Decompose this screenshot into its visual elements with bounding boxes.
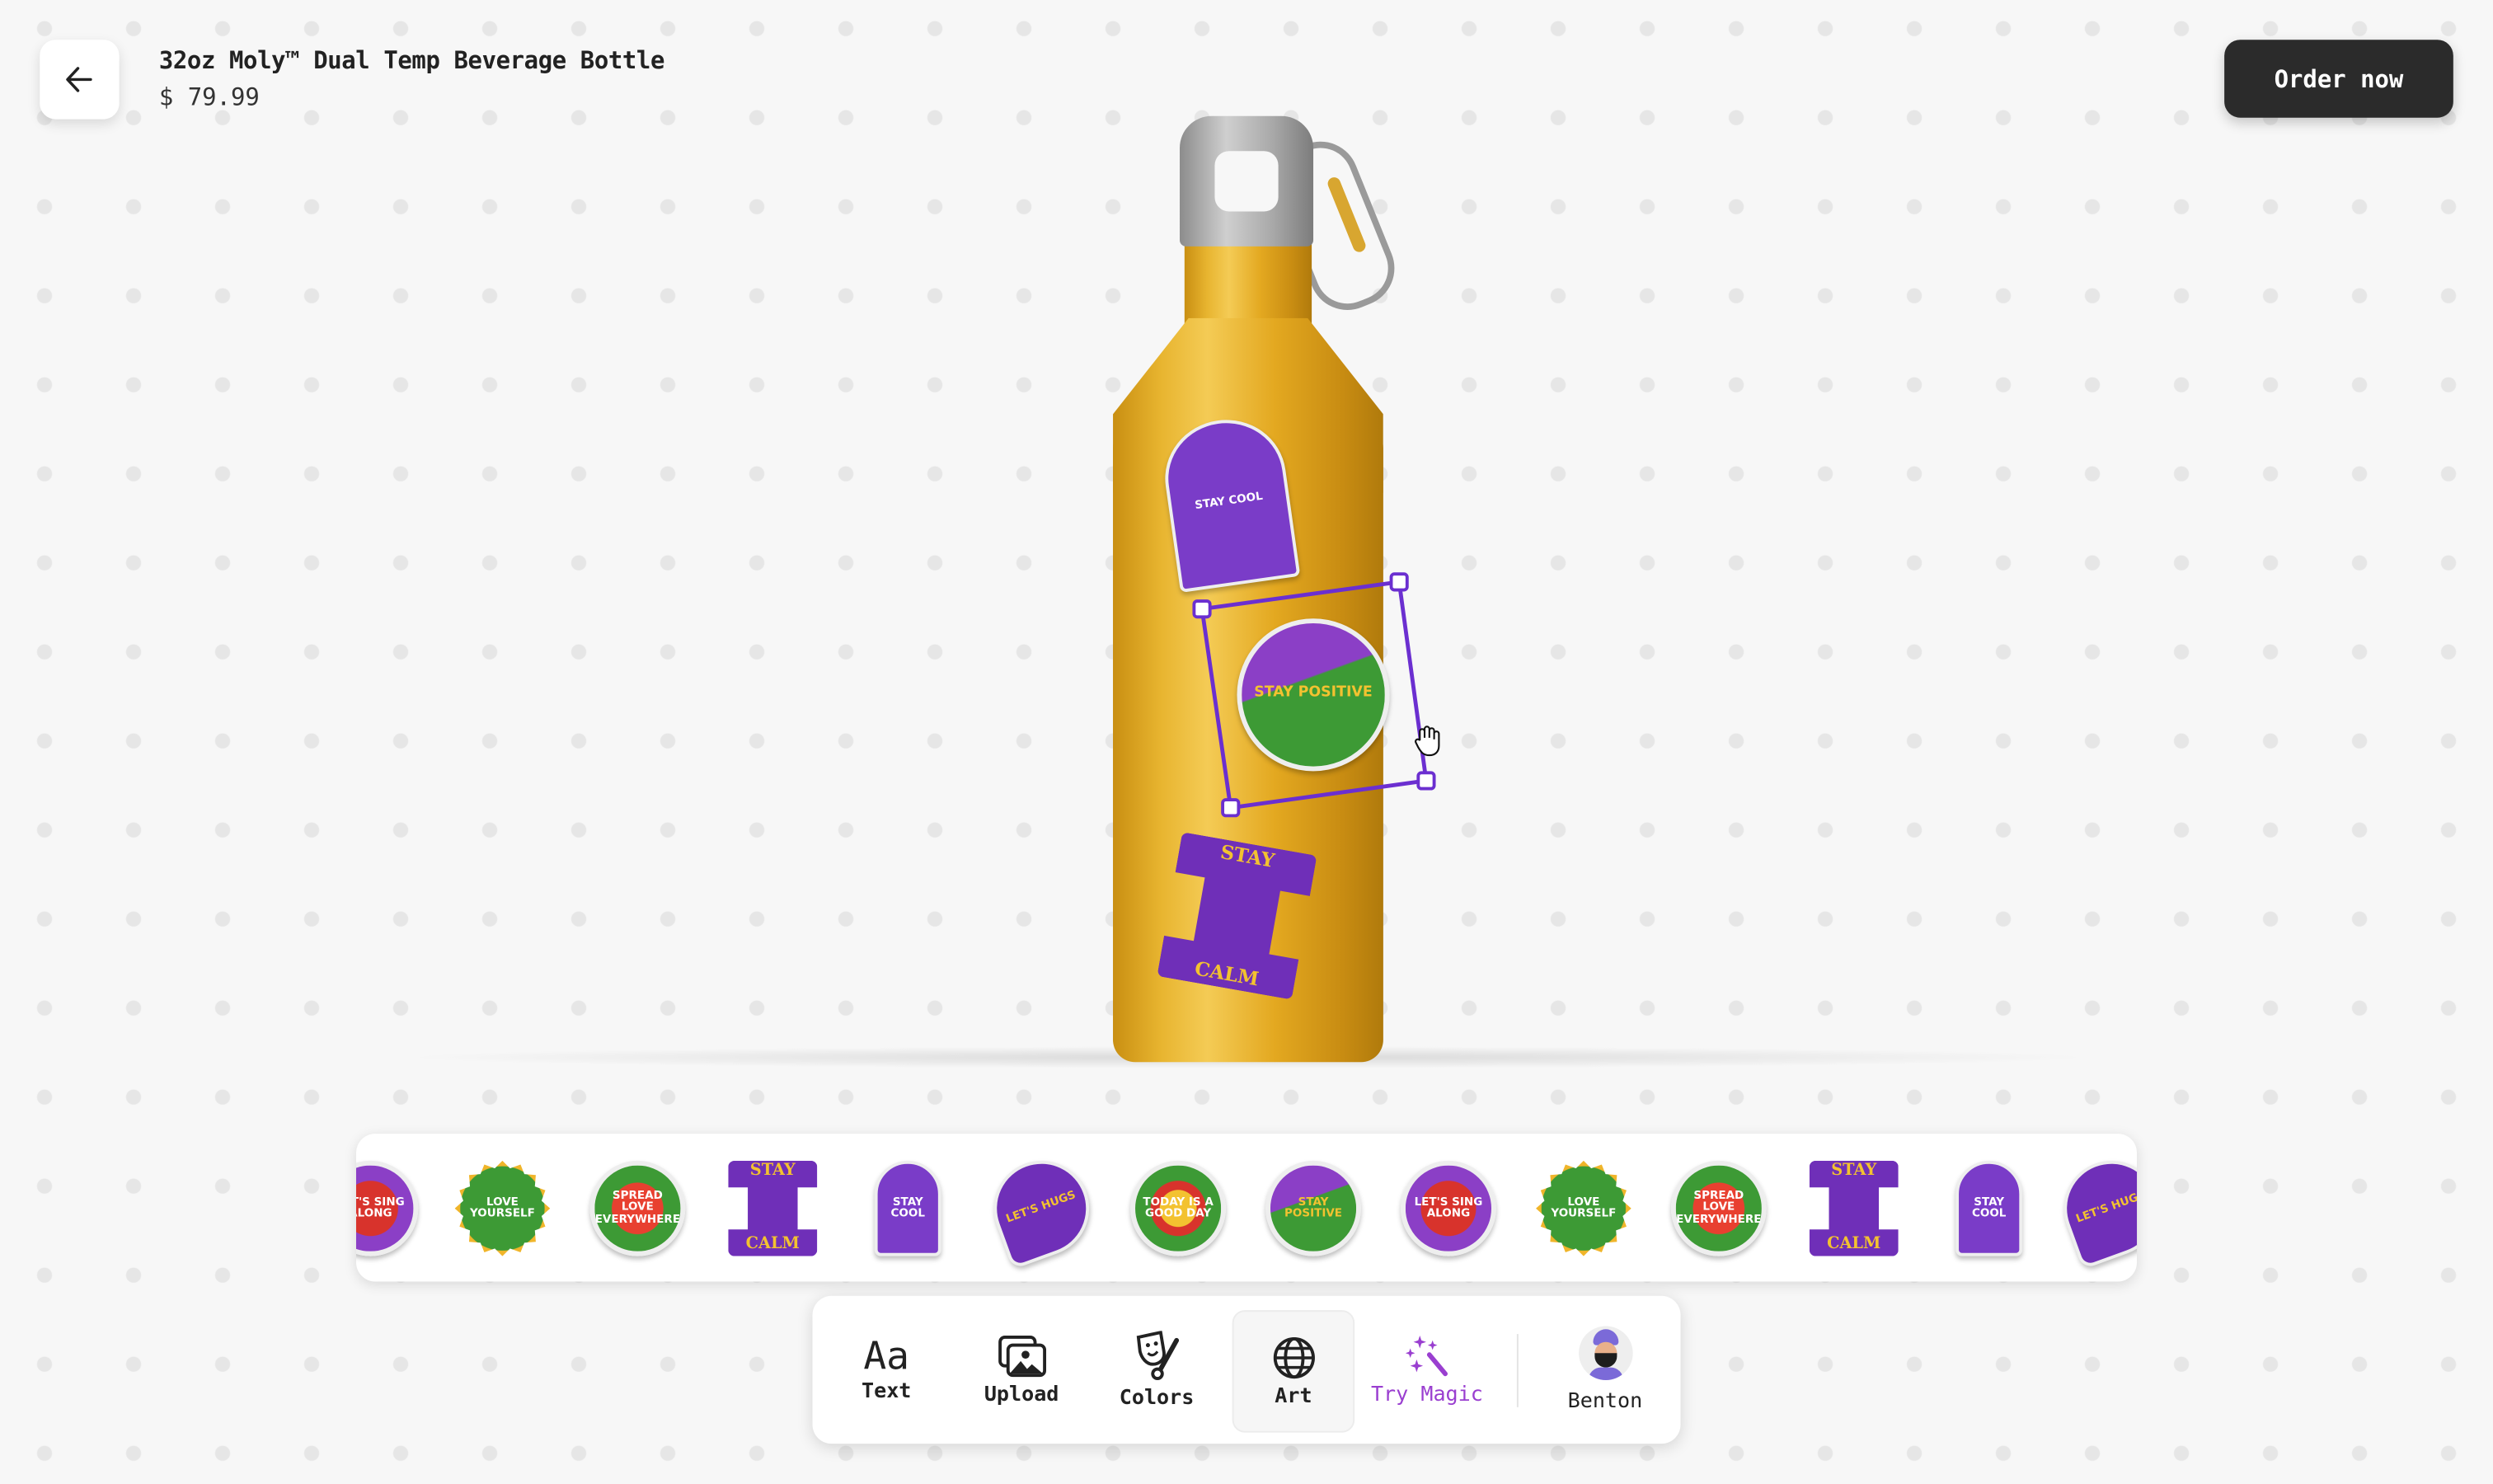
applied-sticker-stay-positive[interactable]: STAY POSITIVE <box>1237 618 1390 772</box>
mask-brush-icon <box>1135 1330 1179 1380</box>
sticker-option[interactable]: LET'S HUGS <box>2050 1147 2138 1270</box>
resize-handle <box>1416 771 1436 791</box>
sticker-label: SPREAD LOVE EVERYWHERE <box>1676 1189 1762 1226</box>
cap-loop <box>1214 151 1279 212</box>
sticker-label: STAY COOL <box>1971 1195 2007 1220</box>
sticker-option[interactable]: LOVE YOURSELF <box>1536 1160 1631 1256</box>
sticker-label-line: CALM <box>745 1234 800 1252</box>
sticker-carousel[interactable]: LET'S SING ALONG LOVE YOURSELF SPREAD LOVE… <box>356 1134 2138 1282</box>
tool-text[interactable]: Aa Text <box>827 1310 946 1430</box>
sticker-option[interactable]: LET'S HUGS <box>980 1147 1103 1270</box>
sticker-option[interactable]: STAY CALM <box>1809 1160 1899 1256</box>
sticker-label-line: CALM <box>1827 1234 1881 1252</box>
product-title: 32oz Moly™ Dual Temp Beverage Bottle <box>158 45 665 75</box>
sticker-option[interactable]: LET'S SING ALONG <box>1401 1160 1496 1256</box>
sticker-label: LET'S HUGS <box>2074 1189 2138 1226</box>
sticker-label: TODAY IS A GOOD DAY <box>1143 1195 1214 1220</box>
globe-icon <box>1272 1336 1314 1378</box>
grab-hand-icon <box>1415 726 1440 757</box>
tool-profile-benton[interactable]: Benton <box>1546 1310 1665 1430</box>
sticker-option[interactable]: STAY POSITIVE <box>1265 1160 1361 1256</box>
sticker-option[interactable]: TODAY IS A GOOD DAY <box>1130 1160 1226 1256</box>
product-customizer: 32oz Moly™ Dual Temp Beverage Bottle $ 7… <box>0 0 2493 1484</box>
sticker-label: STAY POSITIVE <box>1284 1195 1343 1220</box>
sticker-option[interactable]: STAY COOL <box>1955 1160 2023 1256</box>
sticker-label: STAY COOL <box>890 1195 925 1220</box>
sticker-option[interactable]: SPREAD LOVE EVERYWHERE <box>1670 1160 1767 1256</box>
sticker-option[interactable]: STAY CALM <box>728 1160 818 1256</box>
tool-upload[interactable]: Upload <box>962 1310 1082 1430</box>
bottom-toolbar: Aa Text Upload Colors Art Try Magic Bent… <box>812 1295 1681 1444</box>
back-button[interactable] <box>40 40 120 120</box>
sticker-label: LET'S SING ALONG <box>1414 1195 1483 1220</box>
sticker-option[interactable]: LOVE YOURSELF <box>454 1160 551 1256</box>
sticker-label: STAY <box>749 1162 796 1181</box>
image-upload-icon <box>998 1335 1046 1377</box>
arrow-left-icon <box>66 67 92 92</box>
tool-colors[interactable]: Colors <box>1097 1310 1217 1430</box>
order-now-button[interactable]: Order now <box>2224 40 2453 118</box>
avatar <box>1578 1326 1632 1381</box>
text-aa-icon: Aa <box>863 1333 910 1378</box>
sticker-option[interactable]: STAY COOL <box>874 1160 941 1256</box>
resize-handle <box>1389 572 1409 592</box>
product-price: $ 79.99 <box>158 82 260 112</box>
sticker-label: SPREAD LOVE EVERYWHERE <box>594 1189 681 1226</box>
sticker-label: LOVE YOURSELF <box>469 1195 535 1220</box>
toolbar-divider <box>1516 1334 1519 1407</box>
sticker-label: STAY <box>1831 1162 1877 1181</box>
tool-art[interactable]: Art <box>1232 1310 1355 1433</box>
magic-wand-sparkles-icon <box>1404 1335 1448 1376</box>
sticker-label: LET'S HUGS <box>1004 1189 1078 1226</box>
tool-try-magic[interactable]: Try Magic <box>1368 1310 1487 1430</box>
sticker-option[interactable]: SPREAD LOVE EVERYWHERE <box>589 1160 686 1256</box>
sticker-label: LET'S SING ALONG <box>356 1195 405 1220</box>
sticker-option[interactable]: LET'S SING ALONG <box>356 1160 419 1256</box>
sticker-label: LOVE YOURSELF <box>1551 1195 1617 1220</box>
